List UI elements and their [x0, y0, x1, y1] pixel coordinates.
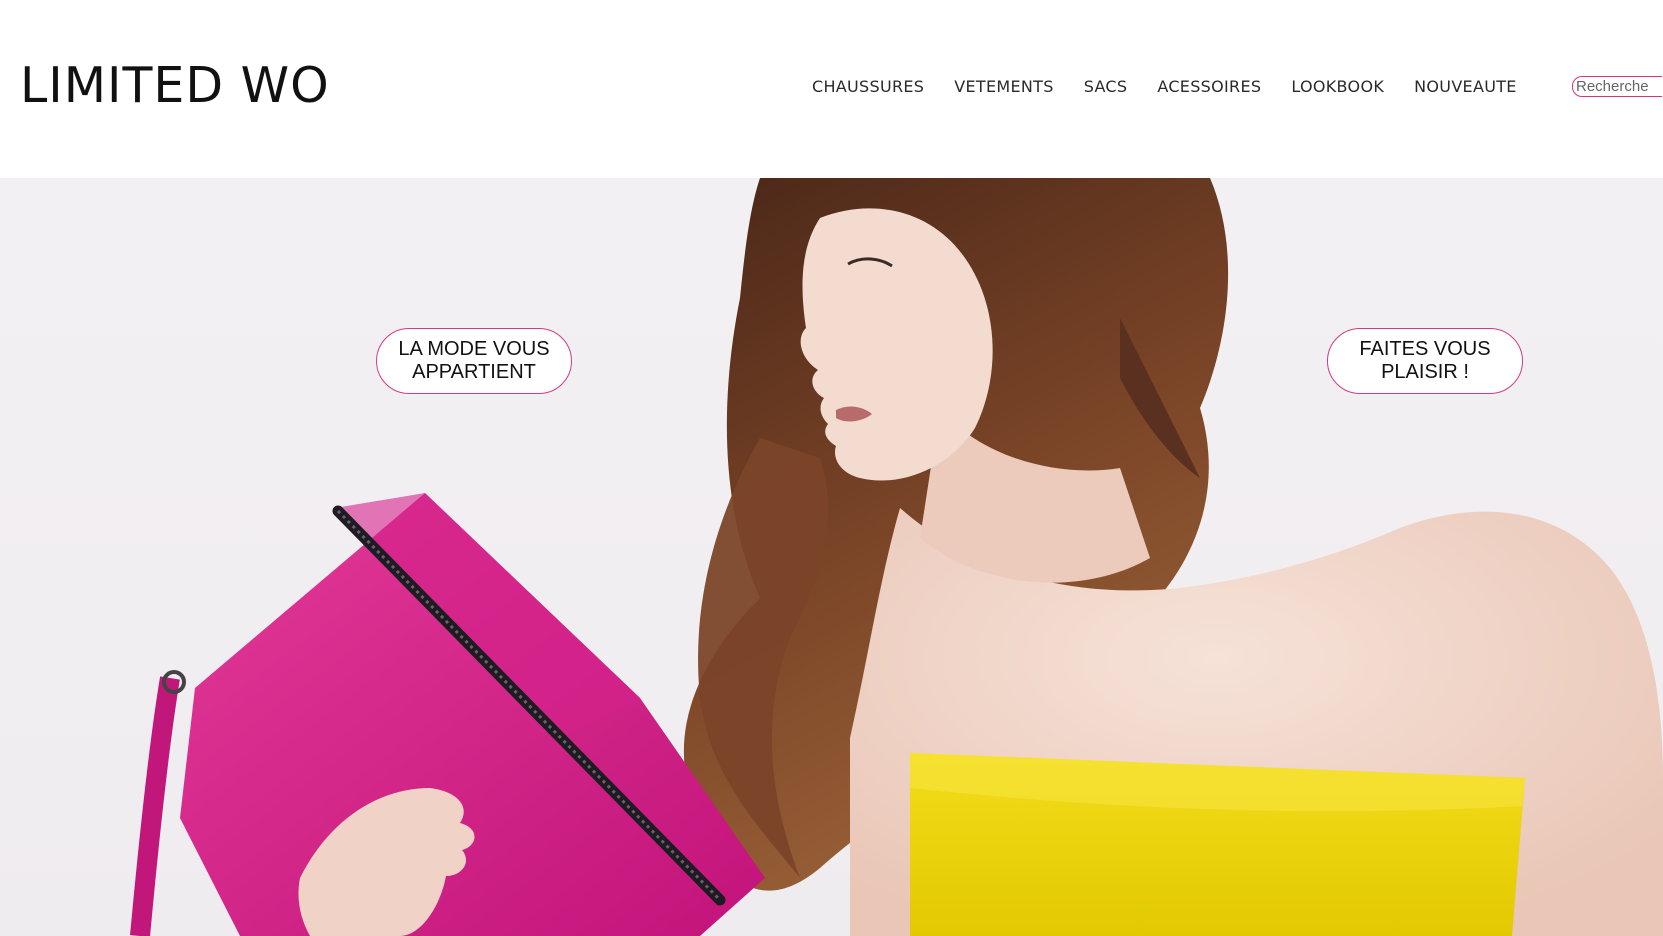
- nav-item-nouveaute[interactable]: NOUVEAUTE: [1414, 77, 1517, 96]
- nav-item-vetements[interactable]: VETEMENTS: [954, 77, 1053, 96]
- slogan-bubble-left[interactable]: LA MODE VOUS APPARTIENT: [376, 328, 572, 394]
- nav-item-chaussures[interactable]: CHAUSSURES: [812, 77, 924, 96]
- search-input[interactable]: [1572, 76, 1662, 97]
- nav-item-lookbook[interactable]: LOOKBOOK: [1291, 77, 1384, 96]
- slogan-bubble-right[interactable]: FAITES VOUS PLAISIR !: [1327, 328, 1523, 394]
- main-nav: CHAUSSURES VETEMENTS SACS ACESSOIRES LOO…: [812, 74, 1517, 98]
- hero-image: [130, 178, 1663, 936]
- site-header: LIMITED WO CHAUSSURES VETEMENTS SACS ACE…: [0, 0, 1663, 178]
- nav-item-sacs[interactable]: SACS: [1084, 77, 1128, 96]
- site-logo[interactable]: LIMITED WO: [20, 52, 330, 120]
- nav-item-acessoires[interactable]: ACESSOIRES: [1157, 77, 1261, 96]
- hero-banner: LA MODE VOUS APPARTIENT FAITES VOUS PLAI…: [0, 178, 1663, 936]
